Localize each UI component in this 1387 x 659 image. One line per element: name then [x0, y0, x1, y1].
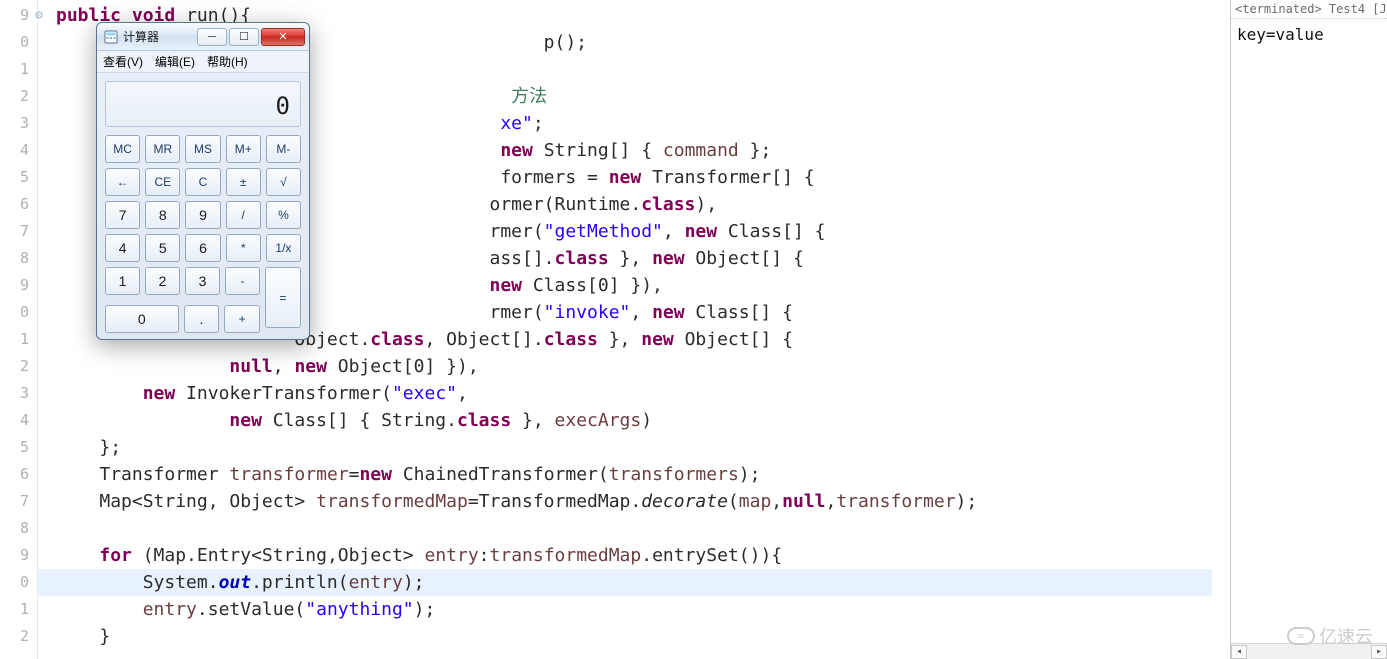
line-number: 1 — [0, 56, 29, 83]
calc-key-5[interactable]: 5 — [145, 234, 180, 262]
line-number: 7 — [0, 488, 29, 515]
code-line: new InvokerTransformer("exec", — [56, 380, 1230, 407]
watermark-icon: ∞ — [1287, 627, 1315, 645]
calc-key-8[interactable]: 8 — [145, 201, 180, 229]
line-number: 5 — [0, 164, 29, 191]
calc-key-MS[interactable]: MS — [185, 135, 220, 163]
line-number: 9 — [0, 542, 29, 569]
line-number: 3 — [0, 380, 29, 407]
line-number: 2 — [0, 623, 29, 650]
calc-key-4[interactable]: 4 — [105, 234, 140, 262]
calc-key-x[interactable]: - — [225, 267, 260, 295]
calc-key-x[interactable]: √ — [266, 168, 301, 196]
calc-key-x[interactable]: * — [226, 234, 261, 262]
calculator-title: 计算器 — [123, 28, 159, 45]
line-number: 0 — [0, 299, 29, 326]
calculator-display: 0 — [105, 81, 301, 127]
calc-key-0[interactable]: 0 — [105, 305, 179, 333]
line-number: 4 — [0, 407, 29, 434]
calc-key-3[interactable]: 3 — [185, 267, 220, 295]
code-line: null, new Object[0] }), — [56, 353, 1230, 380]
line-number: 6 — [0, 461, 29, 488]
calc-key-x[interactable]: ± — [226, 168, 261, 196]
line-number: 6 — [0, 191, 29, 218]
code-line: Transformer transformer=new ChainedTrans… — [56, 461, 1230, 488]
calc-key-Mx[interactable]: M+ — [226, 135, 261, 163]
code-line — [56, 515, 1230, 542]
minimize-button[interactable]: ─ — [197, 28, 227, 46]
line-number: 8 — [0, 245, 29, 272]
line-number: 3 — [0, 110, 29, 137]
calc-key-CE[interactable]: CE — [145, 168, 180, 196]
code-line: }; — [56, 434, 1230, 461]
calculator-titlebar[interactable]: 计算器 ─ ☐ ✕ — [97, 23, 309, 51]
code-line: } — [56, 623, 1230, 650]
calculator-keypad: MCMRMSM+M- ←CEC±√ 789/% 456*1/x 123- 0.+= — [97, 135, 309, 340]
console-status: <terminated> Test4 [Java A — [1231, 0, 1387, 19]
calc-key-9[interactable]: 9 — [185, 201, 220, 229]
calculator-icon — [103, 29, 119, 45]
code-line: new Class[] { String.class }, execArgs) — [56, 407, 1230, 434]
scroll-right-icon[interactable]: ▸ — [1371, 645, 1387, 659]
line-number: 4 — [0, 137, 29, 164]
calc-key-x[interactable]: / — [226, 201, 261, 229]
calc-key-2[interactable]: 2 — [145, 267, 180, 295]
line-number: 9 — [0, 2, 29, 29]
calc-key-MC[interactable]: MC — [105, 135, 140, 163]
console-output: key=value — [1231, 19, 1387, 50]
line-number: 1 — [0, 596, 29, 623]
console-panel: <terminated> Test4 [Java A key=value ◂ ▸ — [1230, 0, 1387, 659]
line-number: 7 — [0, 218, 29, 245]
line-number: 8 — [0, 515, 29, 542]
menu-edit[interactable]: 编辑(E) — [155, 53, 195, 70]
calc-key-Mx[interactable]: M- — [266, 135, 301, 163]
code-line: System.out.println(entry); — [38, 569, 1212, 596]
calc-key-x[interactable]: + — [224, 305, 260, 333]
code-line: Map<String, Object> transformedMap=Trans… — [56, 488, 1230, 515]
menu-help[interactable]: 帮助(H) — [207, 53, 248, 70]
watermark: ∞ 亿速云 — [1287, 623, 1373, 649]
calculator-window: 计算器 ─ ☐ ✕ 查看(V) 编辑(E) 帮助(H) 0 MCMRMSM+M-… — [96, 22, 310, 340]
watermark-text: 亿速云 — [1319, 623, 1373, 649]
line-number: 0 — [0, 569, 29, 596]
menu-view[interactable]: 查看(V) — [103, 53, 143, 70]
maximize-button[interactable]: ☐ — [229, 28, 259, 46]
close-button[interactable]: ✕ — [261, 28, 305, 46]
line-number: 9 — [0, 272, 29, 299]
calc-key-1[interactable]: 1 — [105, 267, 140, 295]
calc-key-7[interactable]: 7 — [105, 201, 140, 229]
line-number: 0 — [0, 29, 29, 56]
code-line: for (Map.Entry<String,Object> entry:tran… — [56, 542, 1230, 569]
scroll-left-icon[interactable]: ◂ — [1231, 645, 1247, 659]
line-number: 2 — [0, 83, 29, 110]
calc-key-MR[interactable]: MR — [145, 135, 180, 163]
line-number: 2 — [0, 353, 29, 380]
code-line: entry.setValue("anything"); — [56, 596, 1230, 623]
calc-key-C[interactable]: C — [185, 168, 220, 196]
line-number: 1 — [0, 326, 29, 353]
calculator-menubar: 查看(V) 编辑(E) 帮助(H) — [97, 51, 309, 73]
calc-key-x[interactable]: % — [266, 201, 301, 229]
line-gutter: 901234567890123456789012 — [0, 0, 38, 659]
calc-key-1xx[interactable]: 1/x — [266, 234, 301, 262]
calc-key-equals[interactable]: = — [265, 267, 301, 328]
calc-key-6[interactable]: 6 — [185, 234, 220, 262]
calc-key-x[interactable]: . — [184, 305, 220, 333]
line-number: 5 — [0, 434, 29, 461]
calc-key-x[interactable]: ← — [105, 168, 140, 196]
